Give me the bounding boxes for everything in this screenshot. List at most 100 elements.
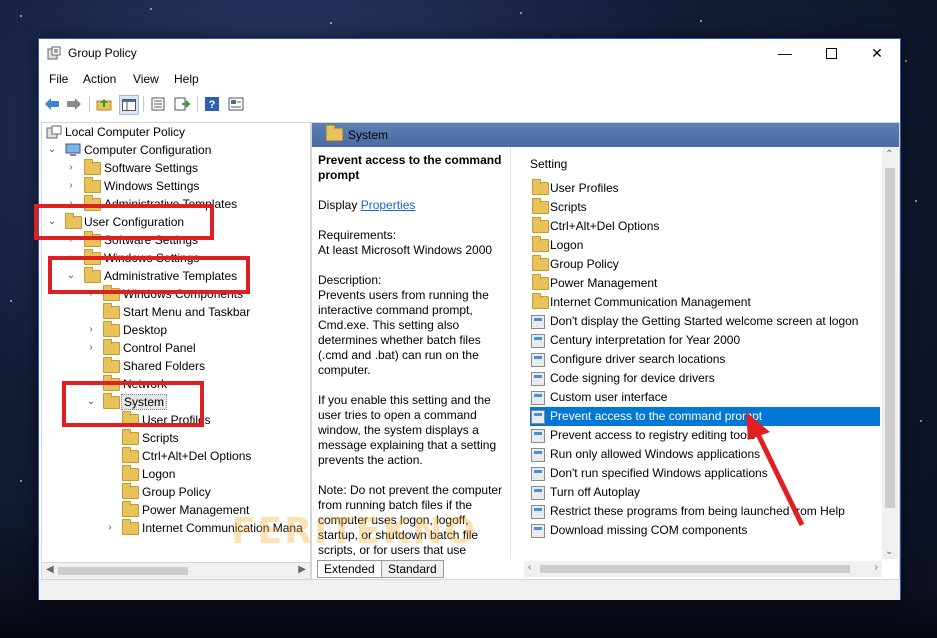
properties-link[interactable]: Properties <box>361 198 416 212</box>
forward-button[interactable] <box>65 95 83 113</box>
settings-folder-row[interactable]: Internet Communication Management <box>530 293 880 312</box>
settings-list[interactable]: Setting User Profiles Scripts Ctrl+Alt+Del… <box>524 147 899 559</box>
tree-horizontal-scrollbar[interactable]: ◀ ▶ <box>41 562 311 580</box>
toolbar: ? <box>39 91 900 117</box>
computer-policy-icon <box>46 125 62 139</box>
export-list-button[interactable] <box>173 95 191 113</box>
back-arrow-icon <box>45 98 59 110</box>
setting-label: Logon <box>550 238 584 252</box>
policy-setting-icon <box>531 429 545 443</box>
console-tree[interactable]: Local Computer Policy ⌄ Computer Configu… <box>41 122 311 564</box>
policy-setting-icon <box>531 467 545 481</box>
export-icon <box>174 97 190 111</box>
up-folder-button[interactable] <box>95 95 113 113</box>
folder-icon <box>532 274 549 290</box>
filter-options-icon <box>228 97 244 111</box>
menu-bar: File Action View Help <box>39 67 900 91</box>
forward-arrow-icon <box>67 98 81 110</box>
tab-extended[interactable]: Extended <box>317 560 382 578</box>
tree-label: Windows Settings <box>104 179 200 193</box>
folder-icon <box>532 255 549 271</box>
settings-folder-row[interactable]: Power Management <box>530 274 880 293</box>
chevron-right-icon[interactable]: › <box>66 159 76 177</box>
scroll-left-icon[interactable]: ◀ <box>46 564 54 575</box>
setting-label: Prevent access to registry editing tools <box>550 428 756 442</box>
menu-help[interactable]: Help <box>174 72 199 86</box>
settings-folder-row[interactable]: Logon <box>530 236 880 255</box>
settings-policy-row[interactable]: Prevent access to registry editing tools <box>530 426 880 445</box>
folder-icon <box>122 519 139 535</box>
settings-folder-row[interactable]: Scripts <box>530 198 880 217</box>
up-folder-icon <box>96 99 112 111</box>
setting-label: Ctrl+Alt+Del Options <box>550 219 660 233</box>
scroll-thumb[interactable] <box>58 567 188 575</box>
chevron-right-icon[interactable]: › <box>86 339 96 357</box>
scroll-right-icon[interactable]: › <box>875 562 878 573</box>
policy-setting-icon <box>531 353 545 367</box>
status-bar <box>39 579 900 600</box>
vertical-scroll-thumb[interactable] <box>885 168 895 508</box>
close-button[interactable]: ✕ <box>854 39 900 67</box>
help-button[interactable]: ? <box>203 95 221 113</box>
settings-policy-row[interactable]: Turn off Autoplay <box>530 483 880 502</box>
policy-setting-icon <box>531 410 545 424</box>
folder-icon <box>103 357 120 373</box>
maximize-icon <box>825 47 837 59</box>
show-hide-tree-button[interactable] <box>119 95 139 115</box>
scroll-up-icon[interactable]: ⌃ <box>885 149 893 160</box>
folder-icon <box>532 179 549 195</box>
tree-label: Local Computer Policy <box>65 125 186 139</box>
filter-button[interactable] <box>227 95 245 113</box>
annotation-box-system <box>62 381 204 427</box>
minimize-button[interactable]: — <box>762 39 808 67</box>
tree-label: Software Settings <box>104 161 199 175</box>
setting-title: Prevent access to the command prompt <box>318 153 502 182</box>
settings-policy-row[interactable]: Code signing for device drivers <box>530 369 880 388</box>
pane-divider[interactable] <box>510 147 511 559</box>
settings-policy-row[interactable]: Run only allowed Windows applications <box>530 445 880 464</box>
column-header-setting[interactable]: Setting <box>530 157 567 171</box>
policy-setting-icon <box>531 315 545 329</box>
folder-icon <box>122 501 139 517</box>
tree-label: Desktop <box>123 323 168 337</box>
requirements-label: Requirements: <box>318 228 397 242</box>
settings-policy-row[interactable]: Custom user interface <box>530 388 880 407</box>
scroll-right-icon[interactable]: ▶ <box>298 564 306 575</box>
properties-button[interactable] <box>149 95 167 113</box>
annotation-box-user-configuration <box>34 204 214 240</box>
description-para2: If you enable this setting and the user … <box>318 393 497 467</box>
scroll-down-icon[interactable]: ⌄ <box>885 546 893 557</box>
setting-label: Custom user interface <box>550 390 668 404</box>
setting-label: Internet Communication Management <box>550 295 751 309</box>
folder-icon <box>84 177 101 193</box>
settings-policy-row[interactable]: Century interpretation for Year 2000 <box>530 331 880 350</box>
menu-action[interactable]: Action <box>83 72 116 86</box>
console-tree-icon <box>122 99 136 111</box>
policy-setting-icon <box>531 448 545 462</box>
settings-folder-row[interactable]: Ctrl+Alt+Del Options <box>530 217 880 236</box>
tab-standard[interactable]: Standard <box>381 560 444 578</box>
chevron-right-icon[interactable]: › <box>105 519 115 537</box>
chevron-down-icon[interactable]: ⌄ <box>47 141 57 159</box>
pane-header: System <box>312 123 899 147</box>
settings-policy-row[interactable]: Restrict these programs from being launc… <box>530 502 880 521</box>
group-policy-app-icon <box>47 46 61 60</box>
setting-label: Configure driver search locations <box>550 352 726 366</box>
setting-label: Don't run specified Windows applications <box>550 466 768 480</box>
title-bar[interactable]: Group Policy — ✕ <box>39 39 900 67</box>
settings-policy-row[interactable]: Prevent access to the command prompt <box>530 407 880 426</box>
settings-policy-row[interactable]: Configure driver search locations <box>530 350 880 369</box>
folder-icon <box>532 217 549 233</box>
settings-policy-row[interactable]: Don't run specified Windows applications <box>530 464 880 483</box>
menu-view[interactable]: View <box>133 72 159 86</box>
settings-policy-row[interactable]: Download missing COM components <box>530 521 880 540</box>
settings-policy-row[interactable]: Don't display the Getting Started welcom… <box>530 312 880 331</box>
maximize-button[interactable] <box>808 39 854 67</box>
menu-file[interactable]: File <box>49 72 68 86</box>
setting-label: Prevent access to the command prompt <box>550 409 763 423</box>
settings-folder-row[interactable]: User Profiles <box>530 179 880 198</box>
back-button[interactable] <box>43 95 61 113</box>
chevron-right-icon[interactable]: › <box>66 177 76 195</box>
chevron-right-icon[interactable]: › <box>86 321 96 339</box>
settings-folder-row[interactable]: Group Policy <box>530 255 880 274</box>
